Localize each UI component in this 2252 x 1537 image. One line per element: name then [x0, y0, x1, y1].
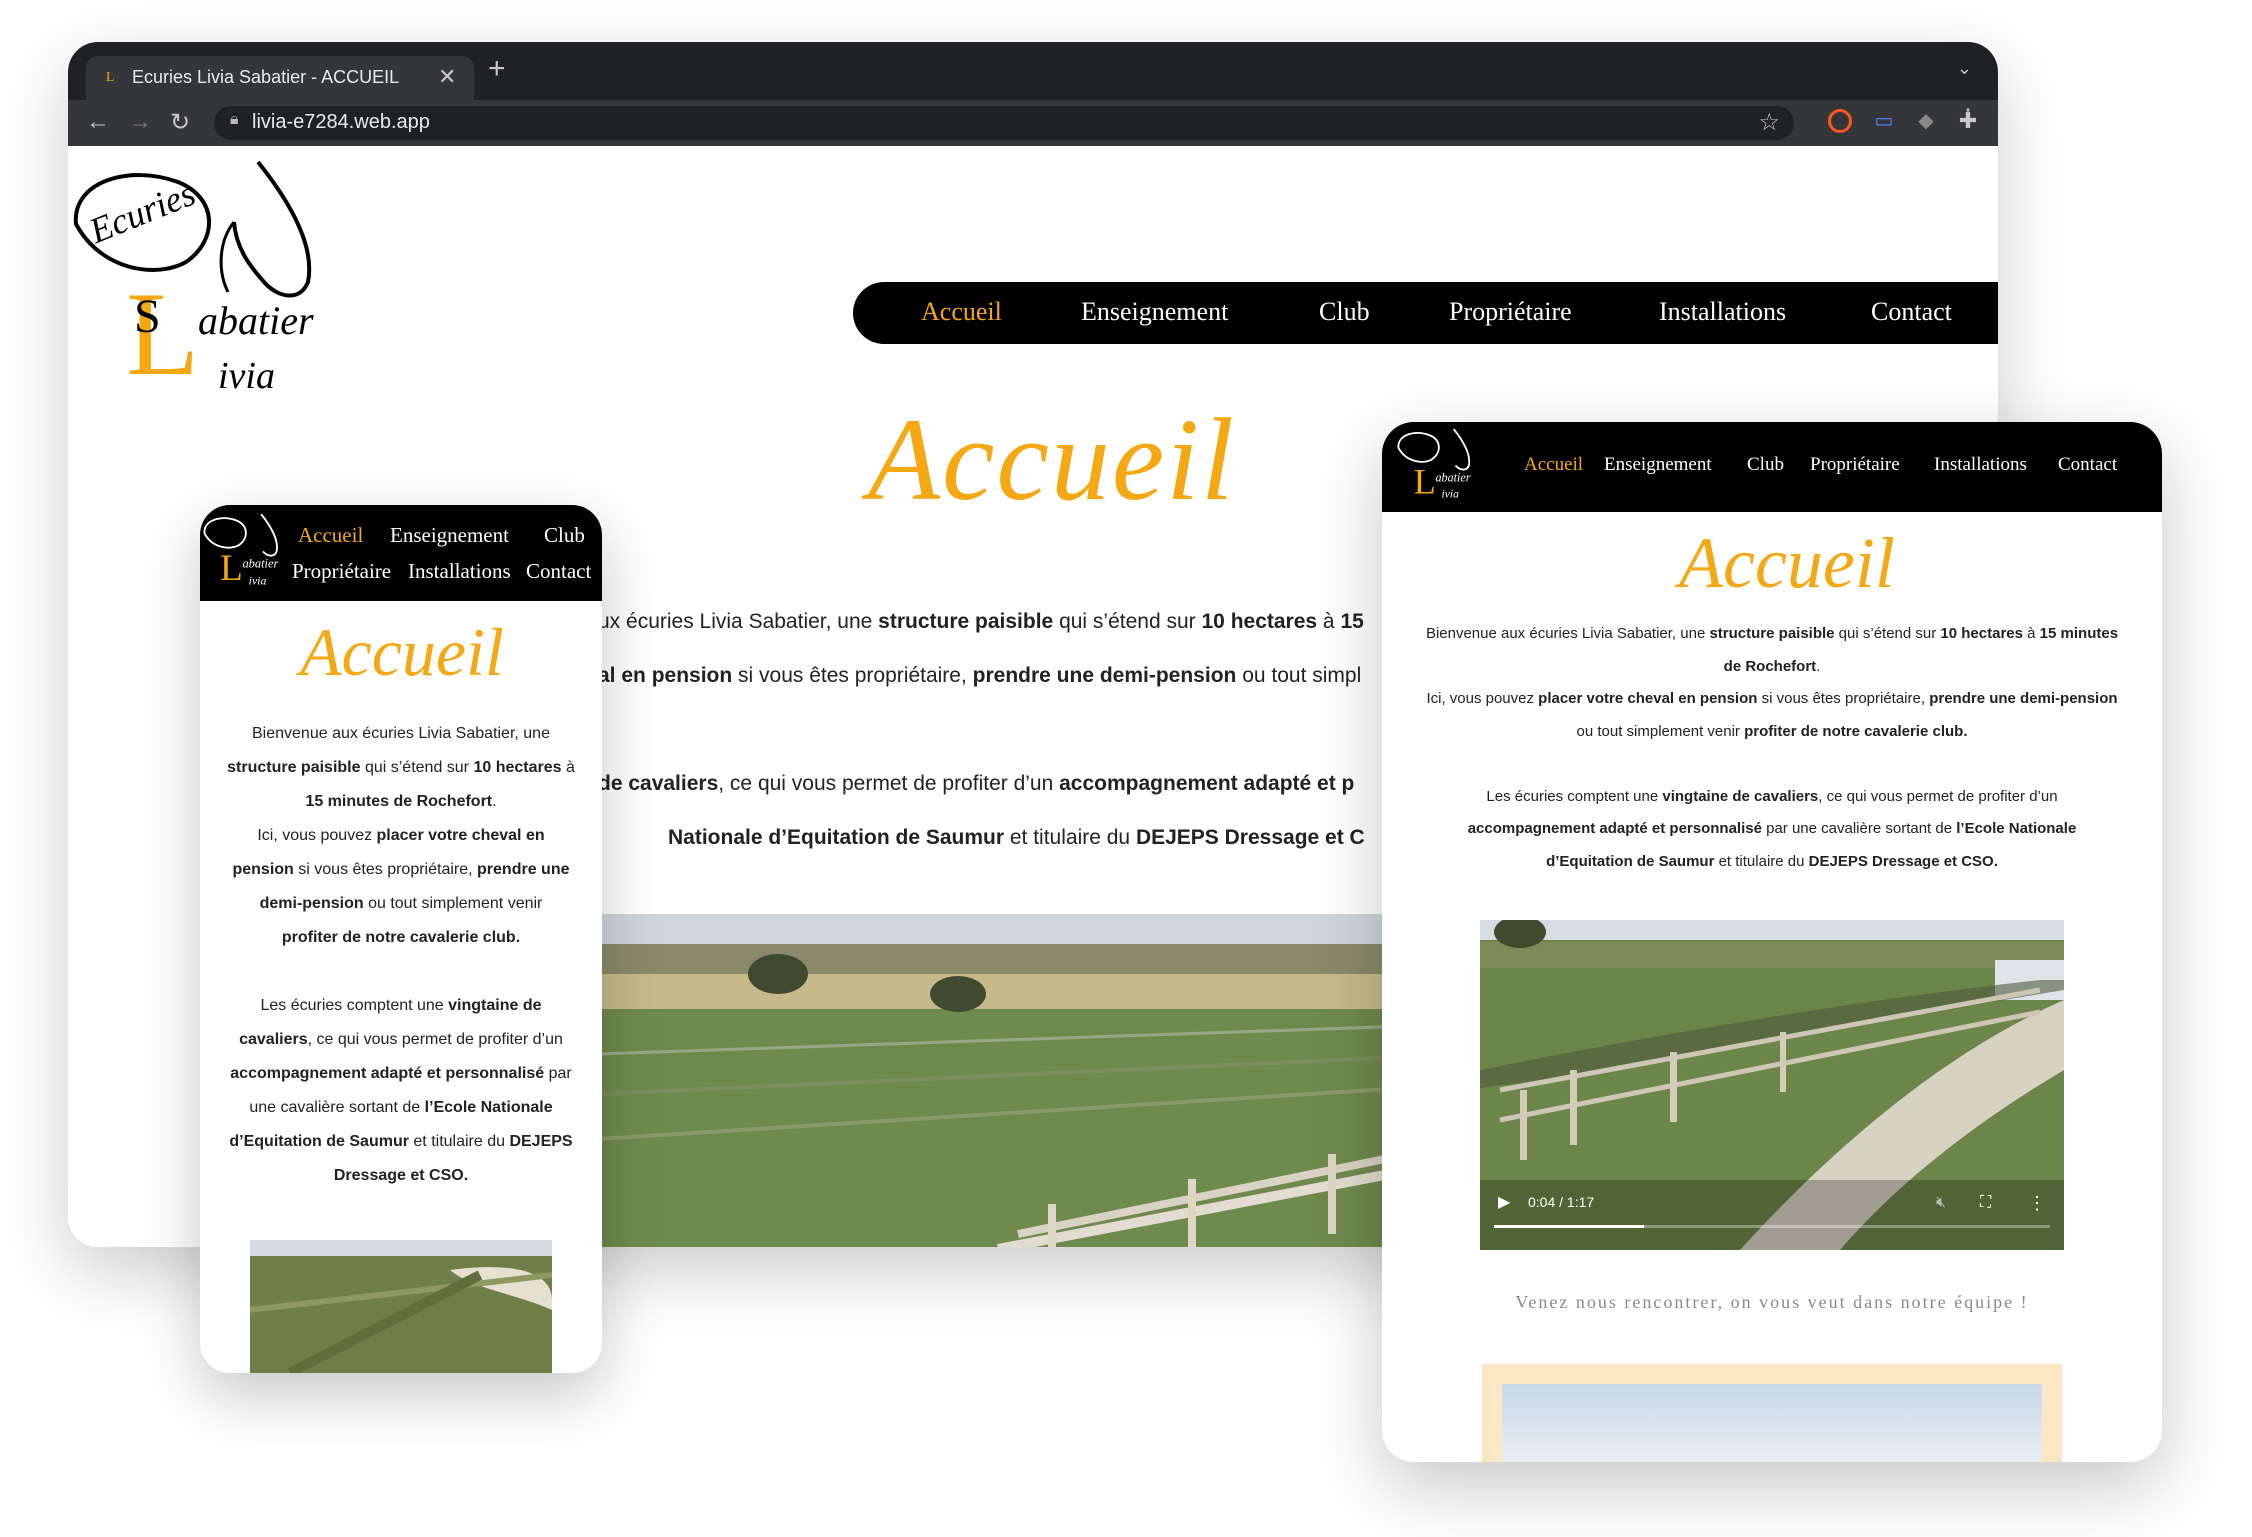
text-line: 15 minutes de Rochefort.: [305, 793, 497, 810]
video-menu-icon[interactable]: ⋮: [2028, 1193, 2046, 1214]
nav-enseignement[interactable]: Enseignement: [1081, 297, 1228, 327]
forward-icon[interactable]: →: [128, 108, 152, 136]
menu-kebab-icon[interactable]: ⋮: [1956, 104, 1980, 133]
svg-text:abatier: abatier: [1435, 470, 1470, 484]
nav-proprietaire[interactable]: Propriétaire: [1449, 297, 1572, 327]
text-line: Ici, vous pouvez placer votre cheval en: [257, 827, 545, 844]
play-icon[interactable]: ▶: [1498, 1192, 1510, 1212]
text-line: accompagnement adapté et personnalisé pa…: [230, 1065, 572, 1082]
favicon-icon: L: [106, 70, 115, 85]
tablet-nav-proprietaire[interactable]: Propriétaire: [1810, 454, 1900, 476]
tablet-nav-enseignement[interactable]: Enseignement: [1604, 454, 1712, 476]
lock-icon: 🔒︎: [230, 111, 239, 128]
field-video-frame: [598, 914, 1468, 1247]
tab-title: Ecuries Livia Sabatier - ACCUEIL: [132, 67, 400, 87]
tag-icon[interactable]: ◆: [1914, 109, 1938, 133]
tablet-intro-text: Bienvenue aux écuries Livia Sabatier, un…: [1382, 618, 2162, 878]
text-line: accompagnement adapté et personnalisé pa…: [1467, 820, 2077, 837]
nav-accueil[interactable]: Accueil: [921, 297, 1002, 327]
svg-text:L: L: [220, 548, 243, 589]
mute-icon[interactable]: 🔇︎: [1936, 1194, 1946, 1212]
text-line: pension si vous êtes propriétaire, prend…: [232, 861, 570, 878]
photo-image: [1502, 1384, 2042, 1462]
nav-club[interactable]: Club: [1319, 297, 1370, 327]
phone-nav-proprietaire[interactable]: Propriétaire: [292, 559, 391, 584]
desktop-text-line: al en pension si vous êtes propriétaire,…: [598, 664, 1362, 687]
desktop-text-line: Nationale d’Equitation de Saumur et titu…: [668, 826, 1365, 849]
desktop-text-line: ux écuries Livia Sabatier, une structure…: [598, 610, 1364, 633]
phone-nav: L abatier ivia Accueil Enseignement Club…: [200, 505, 602, 601]
bookmark-star-icon[interactable]: ☆: [1758, 108, 1780, 137]
phone-nav-club[interactable]: Club: [544, 523, 585, 548]
back-icon[interactable]: ←: [86, 108, 110, 136]
url-text: livia-e7284.web.app: [252, 111, 430, 133]
phone-field-image: [250, 1240, 552, 1373]
tab-search-icon[interactable]: ⌄: [1957, 58, 1972, 79]
text-line: ou tout simplement venir profiter de not…: [1576, 722, 1968, 740]
browser-toolbar: ← → ↻ 🔒︎ livia-e7284.web.app ☆ ▭ ◆ ✚ I: [68, 100, 1998, 146]
phone-nav-installations[interactable]: Installations: [408, 559, 511, 584]
text-line: une cavalière sortant de l’Ecole Nationa…: [249, 1099, 553, 1116]
tagline: Venez nous rencontrer, on vous veut dans…: [1515, 1292, 2029, 1312]
new-tab-icon[interactable]: +: [488, 52, 506, 86]
close-tab-icon[interactable]: ✕: [438, 64, 456, 90]
svg-text:abatier: abatier: [242, 557, 278, 571]
tablet-nav-club[interactable]: Club: [1747, 454, 1784, 476]
address-bar[interactable]: 🔒︎ livia-e7284.web.app ☆: [214, 106, 1794, 140]
text-line: profiter de notre cavalerie club.: [281, 929, 521, 946]
text-line: d’Equitation de Saumur et titulaire du D…: [1546, 852, 1998, 870]
site-logo[interactable]: Ecuries L S abatier ivia: [68, 152, 338, 422]
tablet-nav: L abatier ivia Accueil Enseignement Club…: [1382, 422, 2162, 512]
video-time: 0:04 / 1:17: [1528, 1194, 1595, 1210]
phone-nav-enseignement[interactable]: Enseignement: [390, 523, 509, 548]
text-line: Dressage et CSO.: [333, 1167, 469, 1184]
text-line: Les écuries comptent une vingtaine de: [260, 997, 542, 1014]
text-line: [200, 955, 602, 989]
fullscreen-icon[interactable]: ⛶: [1980, 1194, 1991, 1212]
tablet-nav-contact[interactable]: Contact: [2058, 454, 2117, 476]
text-line: demi-pension ou tout simplement venir: [259, 895, 543, 912]
phone-logo[interactable]: L abatier ivia: [202, 507, 286, 599]
video-progress-fill: [1494, 1225, 1645, 1228]
phone-intro-text: Bienvenue aux écuries Livia Sabatier, un…: [200, 717, 602, 1193]
logo-livia: ivia: [218, 355, 275, 397]
phone-page-title: Accueil: [300, 614, 504, 690]
svg-text:ivia: ivia: [1442, 489, 1460, 501]
svg-text:L: L: [1414, 461, 1436, 501]
text-line: cavaliers, ce qui vous permet de profite…: [239, 1031, 563, 1048]
tablet-mockup: L abatier ivia Accueil Enseignement Club…: [1382, 422, 2162, 1462]
browser-tab-strip: L Ecuries Livia Sabatier - ACCUEIL ✕ + ⌄: [68, 42, 1998, 100]
phone-nav-accueil[interactable]: Accueil: [298, 523, 363, 548]
logo-sabatier: abatier: [198, 298, 314, 343]
extension-icon[interactable]: [1828, 109, 1852, 133]
nav-installations[interactable]: Installations: [1659, 297, 1786, 327]
tablet-nav-installations[interactable]: Installations: [1934, 454, 2027, 476]
tablet-page-title: Accueil: [1679, 523, 1895, 603]
svg-text:ivia: ivia: [249, 573, 267, 587]
text-line: Ici, vous pouvez placer votre cheval en …: [1426, 690, 2118, 707]
cast-icon[interactable]: ▭: [1872, 109, 1896, 133]
tablet-logo[interactable]: L abatier ivia: [1396, 424, 1478, 510]
text-line: Les écuries comptent une vingtaine de ca…: [1486, 787, 2058, 805]
browser-tab[interactable]: L Ecuries Livia Sabatier - ACCUEIL ✕: [86, 56, 474, 100]
logo-initial-s: S: [134, 290, 161, 343]
tablet-video-player[interactable]: ▶ 0:04 / 1:17 🔇︎ ⛶ ⋮: [1480, 920, 2064, 1250]
text-line: Bienvenue aux écuries Livia Sabatier, un…: [252, 725, 550, 742]
text-line: [1382, 748, 2162, 781]
desktop-text-line: de cavaliers, ce qui vous permet de prof…: [598, 772, 1355, 795]
main-nav: Accueil Enseignement Club Propriétaire I…: [853, 282, 1998, 344]
text-line: d’Equitation de Saumur et titulaire du D…: [229, 1133, 573, 1150]
page-title: Accueil: [868, 394, 1236, 525]
text-line: de Rochefort.: [1723, 657, 1821, 675]
phone-nav-contact[interactable]: Contact: [526, 559, 591, 584]
text-line: structure paisible qui s’étend sur 10 he…: [227, 759, 575, 776]
tablet-nav-accueil[interactable]: Accueil: [1524, 454, 1583, 476]
reload-icon[interactable]: ↻: [170, 108, 190, 137]
nav-contact[interactable]: Contact: [1871, 297, 1952, 327]
text-line: Bienvenue aux écuries Livia Sabatier, un…: [1425, 625, 2119, 642]
phone-mockup: L abatier ivia Accueil Enseignement Club…: [200, 505, 602, 1373]
